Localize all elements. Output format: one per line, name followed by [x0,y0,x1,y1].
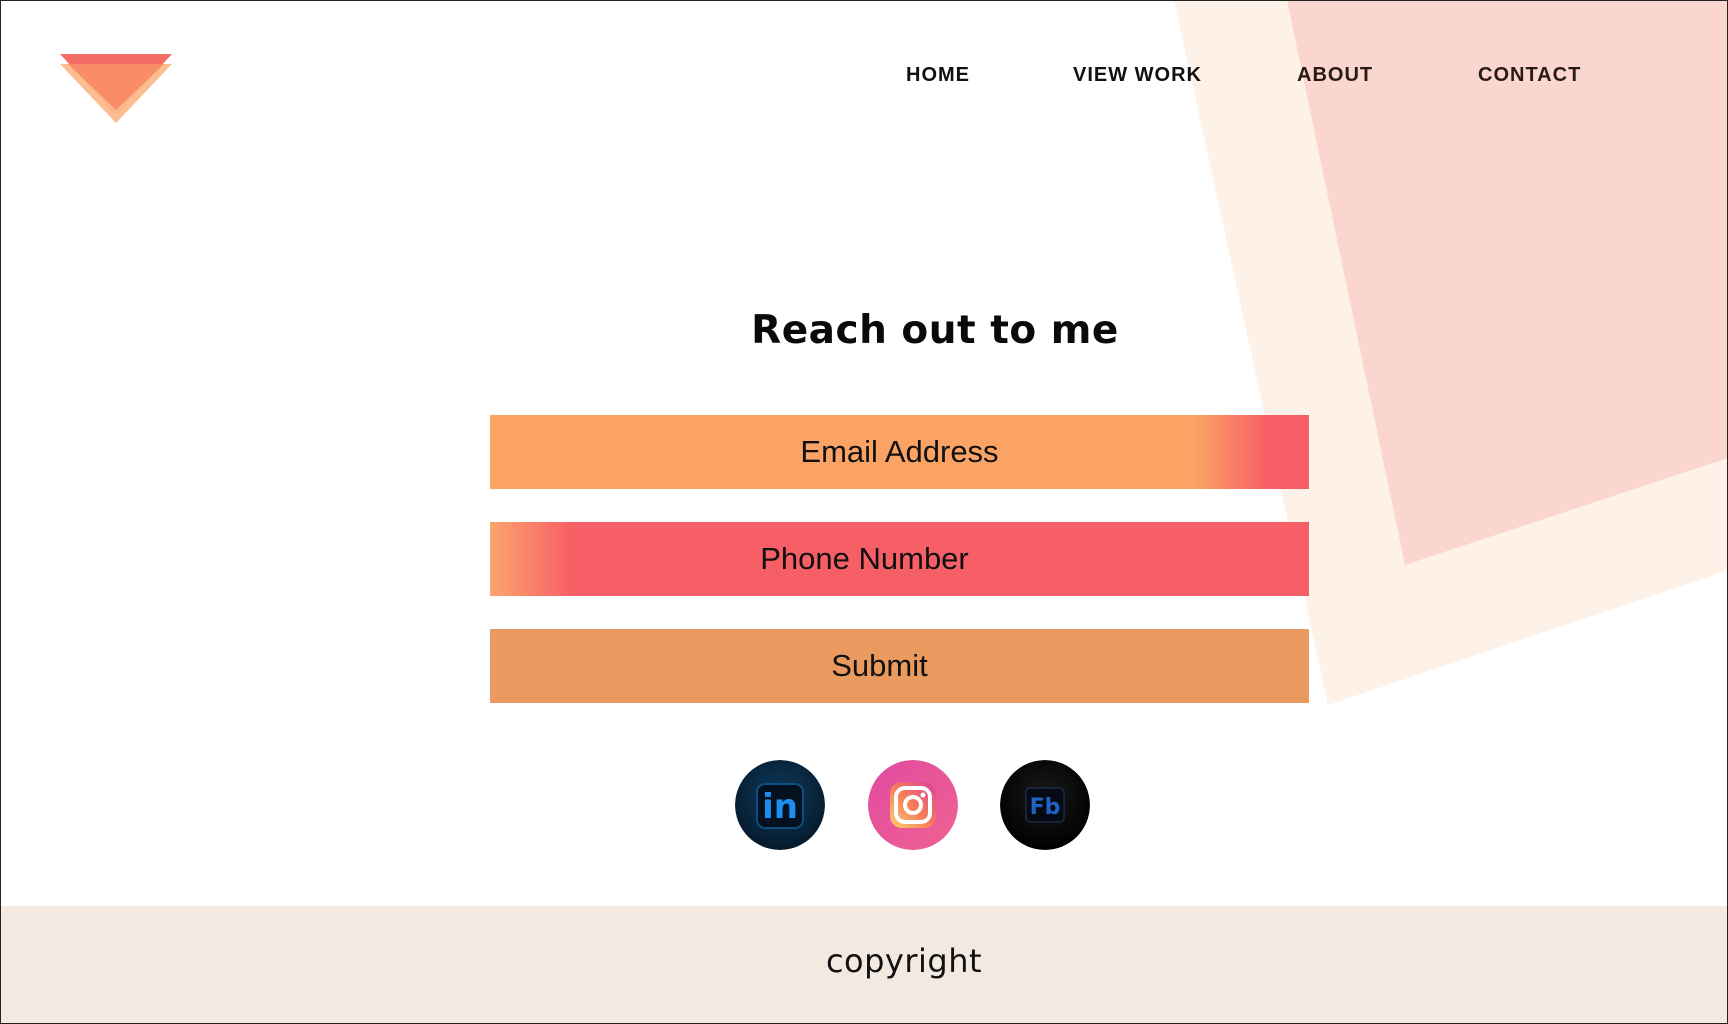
facebook-icon[interactable]: Fb [1000,760,1090,850]
email-field[interactable] [490,415,1309,489]
instagram-icon[interactable] [868,760,958,850]
linkedin-icon[interactable]: in [735,760,825,850]
nav-about-link[interactable]: ABOUT [1297,64,1373,87]
facebook-label: Fb [1030,795,1061,820]
phone-field[interactable] [490,522,1309,596]
footer: copyright [0,906,1728,1024]
nav-view-work-link[interactable]: VIEW WORK [1073,64,1202,87]
social-links: in Fb [735,760,1095,850]
linkedin-label: in [762,787,798,827]
submit-button[interactable]: Submit [490,629,1309,703]
copyright-text: copyright [825,942,983,980]
nav-contact-link[interactable]: CONTACT [1478,64,1581,87]
main-nav: HOME VIEW WORK ABOUT CONTACT [0,64,1728,90]
page-title: Reach out to me [751,308,1119,353]
background-decoration [1174,0,1728,705]
nav-home-link[interactable]: HOME [906,64,970,87]
